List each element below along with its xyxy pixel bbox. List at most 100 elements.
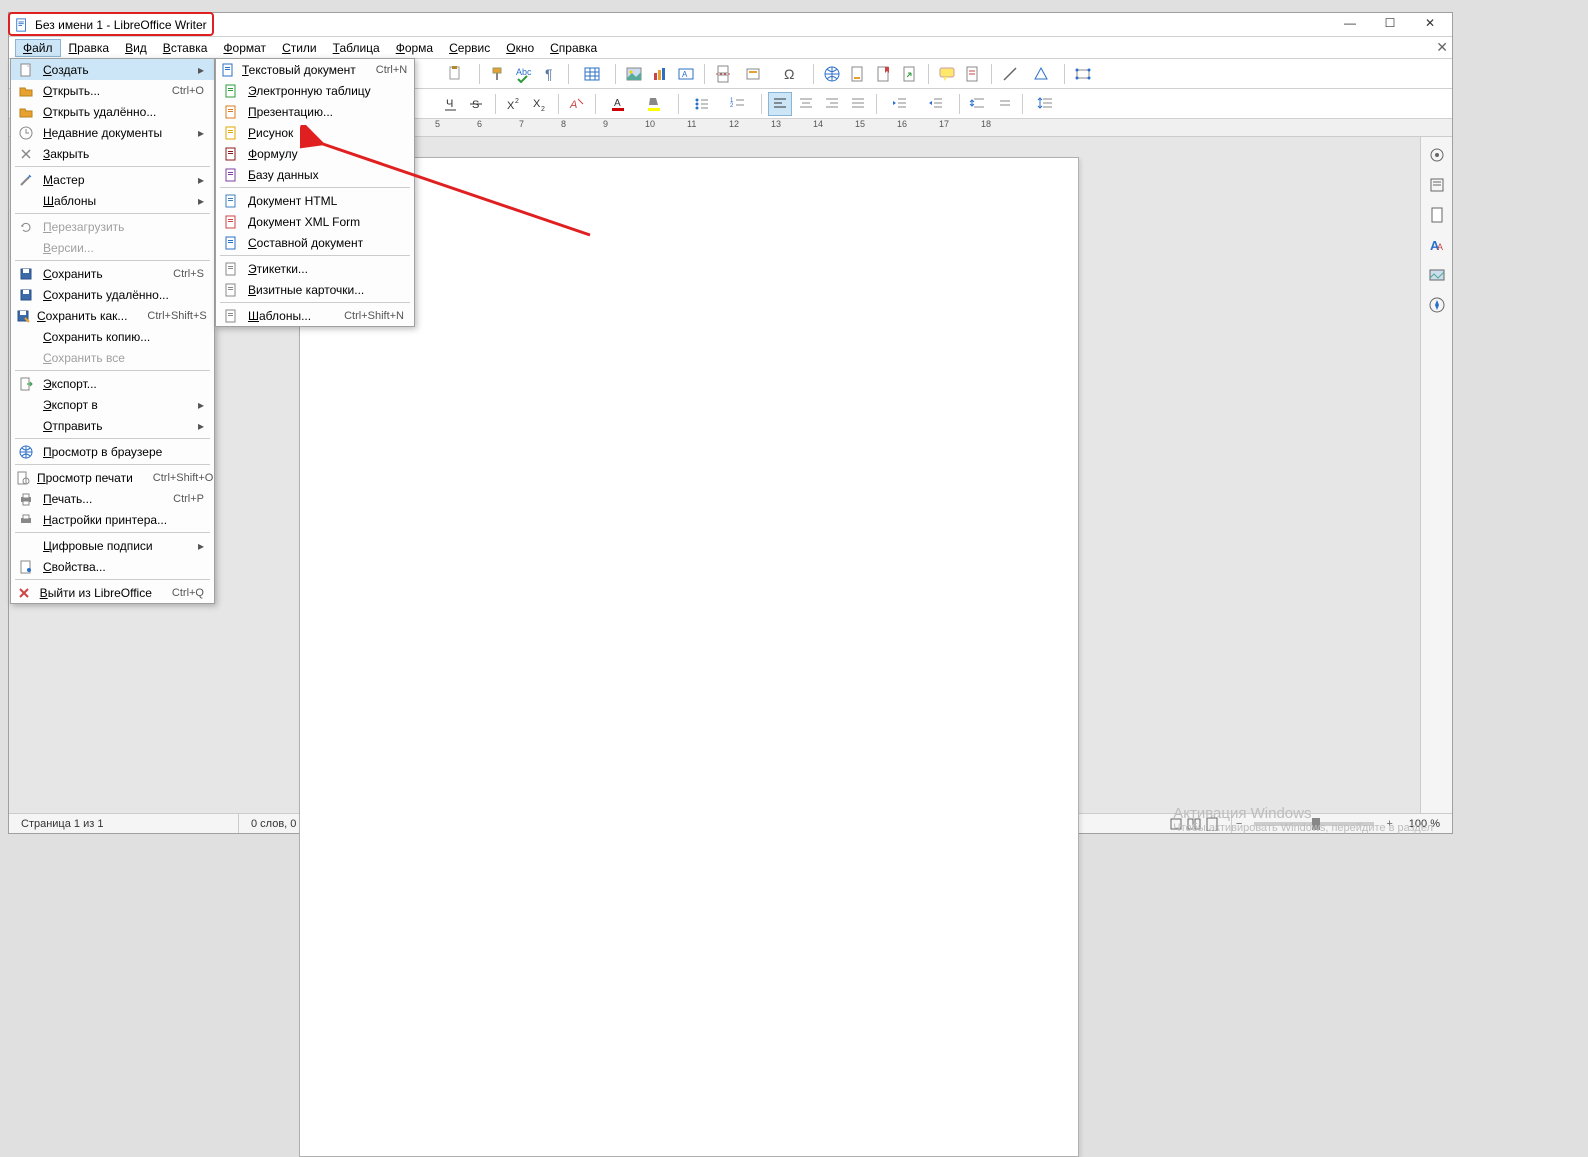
menu-item-29[interactable]: Свойства... [11,556,214,577]
trackchanges-button[interactable] [961,62,985,86]
menu-item-26[interactable]: Настройки принтера... [11,509,214,530]
submenu-item-5[interactable]: Базу данных [216,164,414,185]
menu-item-15[interactable]: Сохранить копию... [11,326,214,347]
close-document-button[interactable]: ✕ [1436,39,1448,56]
clone-format-button[interactable] [486,62,510,86]
indent-dec-button[interactable] [919,92,953,116]
menu-формат[interactable]: Формат [215,39,274,57]
menu-item-6[interactable]: Мастер▸ [11,169,214,190]
sidebar-settings-icon[interactable] [1425,143,1449,167]
sidebar-page-icon[interactable] [1425,203,1449,227]
fontcolor-button[interactable]: A [602,92,636,116]
specialchar-button[interactable]: Ω [773,62,807,86]
props-icon [15,559,37,575]
pilcrow-button[interactable]: ¶ [538,62,562,86]
submenu-item-7[interactable]: Документ HTML [216,190,414,211]
line-button[interactable] [998,62,1022,86]
spellcheck-button[interactable]: Abc [512,62,536,86]
menu-item-24[interactable]: Просмотр печатиCtrl+Shift+O [11,467,214,488]
reload-icon [15,219,37,235]
align-right-button[interactable] [820,92,844,116]
window-title: Без имени 1 - LibreOffice Writer [35,18,207,32]
menu-item-3[interactable]: Недавние документы▸ [11,122,214,143]
subscript-button[interactable]: X2 [528,92,552,116]
menu-item-12[interactable]: СохранитьCtrl+S [11,263,214,284]
sidebar-navigator-icon[interactable] [1425,293,1449,317]
clearformat-button[interactable]: A [565,92,589,116]
menu-форма[interactable]: Форма [388,39,441,57]
drawfunc-button[interactable] [1071,62,1095,86]
menu-item-20[interactable]: Отправить▸ [11,415,214,436]
menu-item-22[interactable]: Просмотр в браузере [11,441,214,462]
submenu-item-14[interactable]: Шаблоны...Ctrl+Shift+N [216,305,414,326]
svg-text:A: A [569,99,577,111]
menu-вид[interactable]: Вид [117,39,155,57]
status-page[interactable]: Страница 1 из 1 [9,814,239,833]
menu-item-1[interactable]: Открыть...Ctrl+O [11,80,214,101]
textbox-button[interactable]: A [674,62,698,86]
menu-вставка[interactable]: Вставка [155,39,216,57]
watermark: Активация Windows Чтобы активировать Win… [1173,805,1433,834]
numbering-button[interactable]: 12 [721,92,755,116]
menu-сервис[interactable]: Сервис [441,39,498,57]
menu-item-18[interactable]: Экспорт... [11,373,214,394]
chart-button[interactable] [648,62,672,86]
menu-item-31[interactable]: Выйти из LibreOfficeCtrl+Q [11,582,214,603]
highlight-button[interactable] [638,92,672,116]
shapes-button[interactable] [1024,62,1058,86]
image-button[interactable] [622,62,646,86]
align-justify-button[interactable] [846,92,870,116]
menu-item-7[interactable]: Шаблоны▸ [11,190,214,211]
menu-item-0[interactable]: Создать▸ [11,59,214,80]
paraspace-dec-button[interactable] [992,92,1016,116]
menu-файл[interactable]: Файл [15,39,61,57]
table-button[interactable] [575,62,609,86]
underline-button[interactable]: Ч [439,92,463,116]
pagebreak-button[interactable] [711,62,735,86]
submenu-item-9[interactable]: Составной документ [216,232,414,253]
superscript-button[interactable]: X2 [502,92,526,116]
align-left-button[interactable] [768,92,792,116]
indent-inc-button[interactable] [883,92,917,116]
footnote-button[interactable] [846,62,870,86]
submenu-item-1[interactable]: Электронную таблицу [216,80,414,101]
close-button[interactable]: ✕ [1410,13,1450,33]
field-button[interactable] [737,62,771,86]
paste-button[interactable] [439,62,473,86]
submenu-item-12[interactable]: Визитные карточки... [216,279,414,300]
sidebar-gallery-icon[interactable] [1425,263,1449,287]
submenu-item-4[interactable]: Формулу [216,143,414,164]
maximize-button[interactable]: ☐ [1370,13,1410,33]
menu-item-4[interactable]: Закрыть [11,143,214,164]
crossref-button[interactable] [898,62,922,86]
menu-item-2[interactable]: Открыть удалённо... [11,101,214,122]
menu-item-28[interactable]: Цифровые подписи▸ [11,535,214,556]
saveas-icon [15,308,31,324]
submenu-item-0[interactable]: Текстовый документCtrl+N [216,59,414,80]
menu-окно[interactable]: Окно [498,39,542,57]
align-center-button[interactable] [794,92,818,116]
sidebar-styles-icon[interactable]: AA [1425,233,1449,257]
document-page[interactable] [299,157,1079,1157]
hyperlink-button[interactable] [820,62,844,86]
bullets-button[interactable] [685,92,719,116]
minimize-button[interactable]: — [1330,13,1370,33]
menu-справка[interactable]: Справка [542,39,605,57]
menu-item-14[interactable]: Сохранить как...Ctrl+Shift+S [11,305,214,326]
paraspace-inc-button[interactable] [966,92,990,116]
submenu-item-2[interactable]: Презентацию... [216,101,414,122]
comment-button[interactable] [935,62,959,86]
sidebar-properties-icon[interactable] [1425,173,1449,197]
submenu-item-11[interactable]: Этикетки... [216,258,414,279]
menu-item-19[interactable]: Экспорт в▸ [11,394,214,415]
menu-item-25[interactable]: Печать...Ctrl+P [11,488,214,509]
menu-таблица[interactable]: Таблица [325,39,388,57]
linespacing-button[interactable] [1029,92,1063,116]
menu-правка[interactable]: Правка [61,39,118,57]
submenu-item-3[interactable]: Рисунок [216,122,414,143]
menu-item-13[interactable]: Сохранить удалённо... [11,284,214,305]
submenu-item-8[interactable]: Документ XML Form [216,211,414,232]
menu-стили[interactable]: Стили [274,39,325,57]
strikethrough-button[interactable]: S [465,92,489,116]
bookmark-button[interactable] [872,62,896,86]
